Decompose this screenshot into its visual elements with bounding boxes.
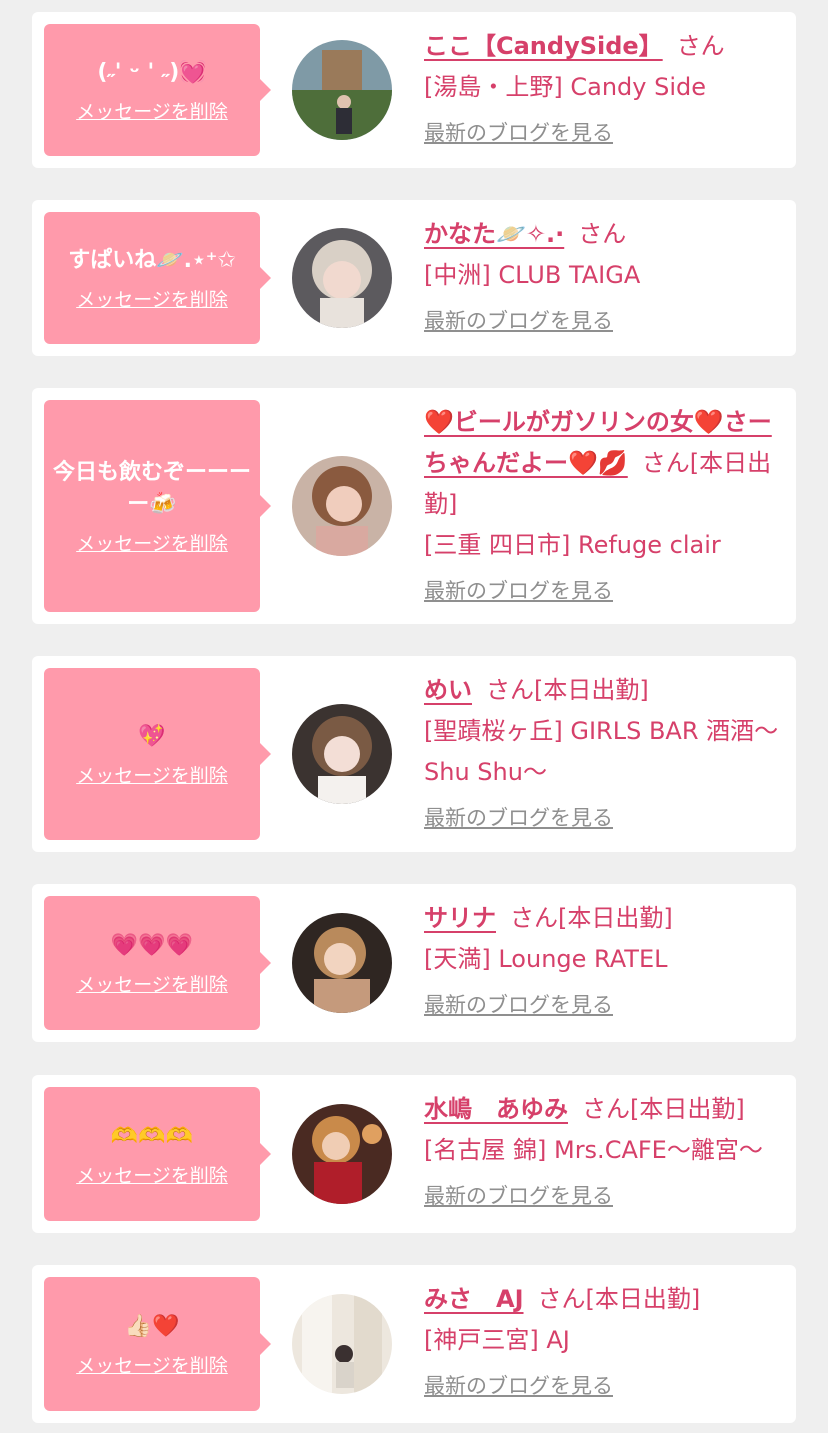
avatar[interactable]: [292, 1104, 392, 1204]
latest-blog-link[interactable]: 最新のブログを見る: [424, 1371, 613, 1401]
message-card: 💗💗💗 メッセージを削除 サリナ さん[本日出勤] [天満] Lounge RAT…: [32, 884, 796, 1042]
message-bubble: 今日も飲むぞーーーー🍻 メッセージを削除: [44, 400, 271, 612]
message-text: 今日も飲むぞーーーー🍻: [52, 459, 251, 517]
message-text: 💖: [138, 723, 166, 749]
message-bubble: 👍🏻❤️ メッセージを削除: [44, 1277, 271, 1411]
honorific: さん: [578, 220, 627, 248]
shop-name: [聖蹟桜ヶ丘] GIRLS BAR 酒酒〜Shu Shu〜: [424, 717, 779, 786]
cast-info: かなた🪐✧.· さん [中洲] CLUB TAIGA 最新のブログを見る: [424, 214, 782, 336]
message-bubble: 🫶🫶🫶 メッセージを削除: [44, 1087, 271, 1221]
message-bubble: (˶' ᵕ ' ˶)💓 メッセージを削除: [44, 24, 271, 156]
shop-name: [中洲] CLUB TAIGA: [424, 261, 641, 289]
latest-blog-link[interactable]: 最新のブログを見る: [424, 306, 613, 336]
message-card: 💖 メッセージを削除 めい さん[本日出勤] [聖蹟桜ヶ丘] GIRLS BAR …: [32, 656, 796, 852]
delete-message-link[interactable]: メッセージを削除: [76, 529, 228, 556]
delete-message-link[interactable]: メッセージを削除: [76, 1351, 228, 1378]
shop-name: [名古屋 錦] Mrs.CAFE〜離宮〜: [424, 1136, 763, 1164]
cast-name-link[interactable]: めい: [424, 676, 472, 704]
shop-name: [天満] Lounge RATEL: [424, 945, 668, 973]
delete-message-link[interactable]: メッセージを削除: [76, 1161, 228, 1188]
delete-message-link[interactable]: メッセージを削除: [76, 285, 228, 312]
message-text: 🫶🫶🫶: [110, 1123, 194, 1149]
cast-info: めい さん[本日出勤] [聖蹟桜ヶ丘] GIRLS BAR 酒酒〜Shu Shu〜…: [424, 670, 782, 833]
message-card: 今日も飲むぞーーーー🍻 メッセージを削除 ❤️ビールがガソリンの女❤️さーちゃん…: [32, 388, 796, 624]
attendance-status: [本日出勤]: [630, 1095, 745, 1123]
message-text: 👍🏻❤️: [124, 1313, 180, 1339]
honorific: さん: [537, 1285, 586, 1313]
avatar[interactable]: [292, 1294, 392, 1394]
cast-name-link[interactable]: 水嶋 あゆみ: [424, 1095, 568, 1123]
cast-info: ❤️ビールがガソリンの女❤️さーちゃんだよー❤️💋 さん[本日出勤] [三重 四日…: [424, 402, 782, 606]
message-card: (˶' ᵕ ' ˶)💓 メッセージを削除 ここ【CandySide】 さん [湯島…: [32, 12, 796, 168]
shop-name: [神戸三宮] AJ: [424, 1326, 570, 1354]
message-bubble: 💖 メッセージを削除: [44, 668, 271, 840]
latest-blog-link[interactable]: 最新のブログを見る: [424, 576, 613, 606]
avatar[interactable]: [292, 456, 392, 556]
message-text: すぱいね🪐.⋆⁺✩: [68, 247, 236, 273]
message-card: 🫶🫶🫶 メッセージを削除 水嶋 あゆみ さん[本日出勤] [名古屋 錦] Mrs.…: [32, 1075, 796, 1233]
attendance-status: [本日出勤]: [558, 904, 673, 932]
cast-name-link[interactable]: かなた🪐✧.·: [424, 220, 564, 248]
honorific: さん: [676, 32, 725, 60]
cast-info: みさ AJ さん[本日出勤] [神戸三宮] AJ 最新のブログを見る: [424, 1279, 782, 1401]
delete-message-link[interactable]: メッセージを削除: [76, 761, 228, 788]
shop-name: [湯島・上野] Candy Side: [424, 73, 706, 101]
cast-info: サリナ さん[本日出勤] [天満] Lounge RATEL 最新のブログを見る: [424, 898, 782, 1020]
message-bubble: すぱいね🪐.⋆⁺✩ メッセージを削除: [44, 212, 271, 344]
message-card: 👍🏻❤️ メッセージを削除 みさ AJ さん[本日出勤] [神戸三宮] AJ 最新…: [32, 1265, 796, 1423]
honorific: さん: [510, 904, 558, 932]
shop-name: [三重 四日市] Refuge clair: [424, 531, 721, 559]
attendance-status: [本日出勤]: [585, 1285, 701, 1313]
delete-message-link[interactable]: メッセージを削除: [76, 97, 228, 124]
latest-blog-link[interactable]: 最新のブログを見る: [424, 990, 613, 1020]
cast-info: 水嶋 あゆみ さん[本日出勤] [名古屋 錦] Mrs.CAFE〜離宮〜 最新のブ…: [424, 1089, 782, 1211]
latest-blog-link[interactable]: 最新のブログを見る: [424, 1181, 613, 1211]
attendance-status: [本日出勤]: [534, 676, 649, 704]
avatar[interactable]: [292, 228, 392, 328]
latest-blog-link[interactable]: 最新のブログを見る: [424, 118, 613, 148]
cast-info: ここ【CandySide】 さん [湯島・上野] Candy Side 最新のブロ…: [424, 26, 782, 148]
avatar[interactable]: [292, 913, 392, 1013]
cast-name-link[interactable]: ここ【CandySide】: [424, 32, 663, 60]
avatar[interactable]: [292, 40, 392, 140]
delete-message-link[interactable]: メッセージを削除: [76, 970, 228, 997]
honorific: さん: [641, 449, 690, 477]
message-card: すぱいね🪐.⋆⁺✩ メッセージを削除 かなた🪐✧.· さん [中洲] CLUB T…: [32, 200, 796, 356]
honorific: さん: [582, 1095, 630, 1123]
message-text: (˶' ᵕ ' ˶)💓: [97, 59, 207, 85]
latest-blog-link[interactable]: 最新のブログを見る: [424, 803, 613, 833]
honorific: さん: [486, 676, 534, 704]
avatar[interactable]: [292, 704, 392, 804]
cast-name-link[interactable]: サリナ: [424, 904, 496, 932]
message-text: 💗💗💗: [110, 932, 194, 958]
message-list: (˶' ᵕ ' ˶)💓 メッセージを削除 ここ【CandySide】 さん [湯島…: [0, 0, 828, 1433]
message-bubble: 💗💗💗 メッセージを削除: [44, 896, 271, 1030]
cast-name-link[interactable]: みさ AJ: [424, 1285, 524, 1313]
